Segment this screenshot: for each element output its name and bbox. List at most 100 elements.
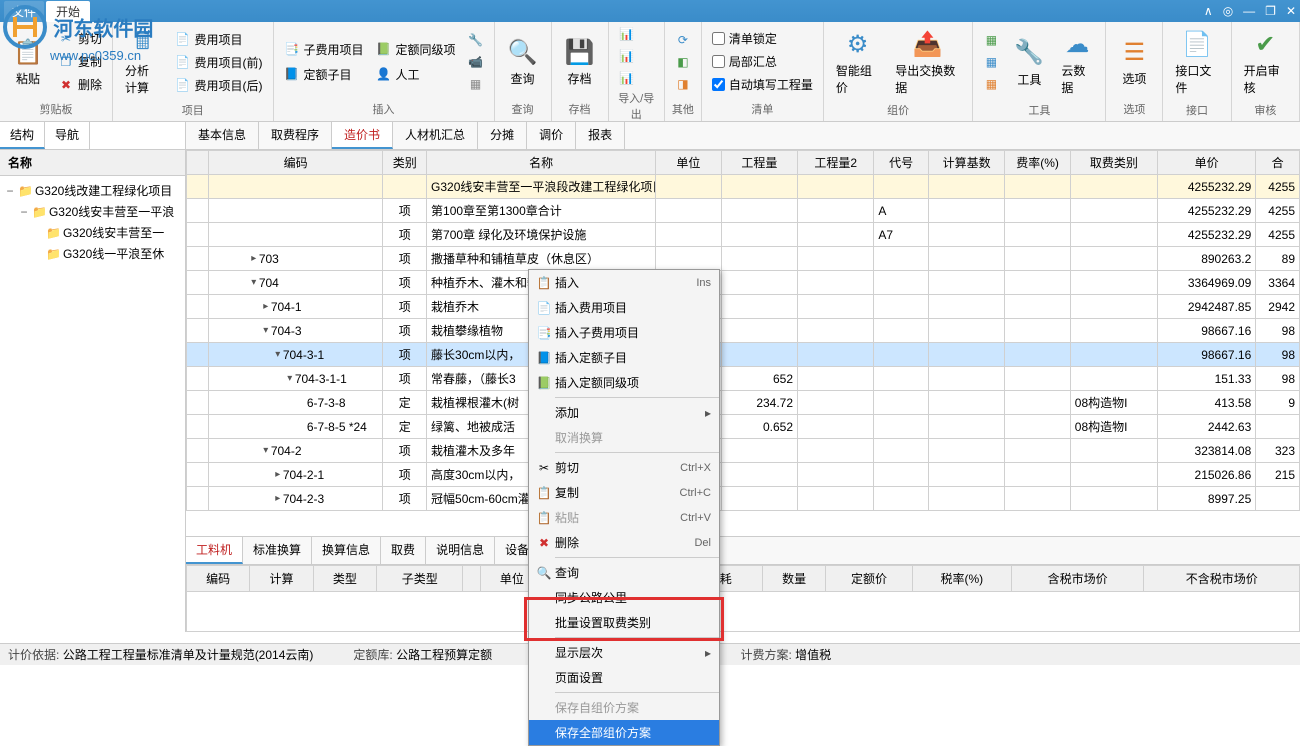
menu-item[interactable]: ✖删除Del [529,530,719,555]
grid-row[interactable]: ▸704-2-1项高度30cm以内，215026.86215 [187,463,1300,487]
up-icon[interactable]: ∧ [1204,4,1213,18]
grid-row[interactable]: 项第100章至第1300章合计A4255232.294255 [187,199,1300,223]
bottom-header-cell[interactable]: 数量 [762,566,825,592]
fee-item-button[interactable]: 📄费用项目 [171,29,267,50]
menu-item[interactable]: 同步公路公里 [529,585,719,610]
menu-item[interactable]: 📄插入费用项目 [529,295,719,320]
bottom-tab[interactable]: 工料机 [186,537,243,564]
grid-row[interactable]: 6-7-8-5 *24定绿篱、地被成活0.65208构造物I2442.63 [187,415,1300,439]
grid-header-cell[interactable]: 取费类别 [1070,151,1157,175]
tab-structure[interactable]: 结构 [0,122,45,149]
close-icon[interactable]: ✕ [1286,4,1296,18]
tree-node[interactable]: G320线改建工程绿化项目 [35,182,172,199]
grid-row[interactable]: 项第700章 绿化及环境保护设施A74255232.294255 [187,223,1300,247]
fee-item-after-button[interactable]: 📄费用项目(后) [171,75,267,96]
tab-nav[interactable]: 导航 [45,122,90,149]
grid-header-cell[interactable]: 工程量2 [798,151,874,175]
grid-header-cell[interactable]: 代号 [874,151,929,175]
file-tab[interactable]: 文件 [4,1,44,22]
grid-row[interactable]: 6-7-3-8定栽植裸根灌木(树234.7208构造物I413.589 [187,391,1300,415]
tab-basic[interactable]: 基本信息 [186,122,259,149]
insert-extra2-button[interactable]: 📹 [464,52,488,72]
grid-header-cell[interactable]: 工程量 [721,151,797,175]
io-btn2[interactable]: 📊 [615,46,639,66]
tab-fee-prog[interactable]: 取费程序 [259,122,332,149]
other-btn2[interactable]: ◧ [671,52,695,72]
cut-button[interactable]: ✂剪切 [54,28,106,49]
insert-extra1-button[interactable]: 🔧 [464,30,488,50]
menu-item[interactable]: 📋插入Ins [529,270,719,295]
grid-header-cell[interactable]: 名称 [427,151,656,175]
list-lock-checkbox[interactable]: 清单锁定 [708,28,817,49]
smart-combine-button[interactable]: ⚙智能组价 [830,24,885,100]
grid-row[interactable]: ▸703项撒播草种和铺植草皮（休息区）890263.289 [187,247,1300,271]
labor-button[interactable]: 👤人工 [372,64,460,85]
bottom-tab[interactable]: 标准换算 [243,537,312,564]
grid-row[interactable]: ▸704-1项栽植乔木2942487.852942 [187,295,1300,319]
tool-btn3[interactable]: ▦ [979,74,1003,94]
start-tab[interactable]: 开始 [46,1,90,22]
grid-row[interactable]: ▾704-3-1-1项常春藤，（藤长3652151.3398 [187,367,1300,391]
help-icon[interactable]: ◎ [1223,4,1233,18]
grid-row[interactable]: G320线安丰营至一平浪段改建工程绿化项目4255232.294255 [187,175,1300,199]
bottom-header-cell[interactable]: 类型 [313,566,376,592]
save-button[interactable]: 💾存档 [558,32,602,91]
bottom-header-cell[interactable]: 定额价 [826,566,912,592]
delete-button[interactable]: ✖删除 [54,74,106,95]
bottom-header-cell[interactable]: 不含税市场价 [1144,566,1300,592]
tab-price-book[interactable]: 造价书 [332,122,393,149]
menu-item[interactable]: 页面设置 [529,665,719,690]
tool-button[interactable]: 🔧工具 [1007,33,1051,92]
grid-header-cell[interactable]: 单位 [656,151,721,175]
context-menu[interactable]: 📋插入Ins📄插入费用项目📑插入子费用项目📘插入定额子目📗插入定额同级项添加▸取… [528,269,720,746]
bottom-header-cell[interactable]: 子类型 [377,566,463,592]
bottom-header-cell[interactable]: 税率(%) [912,566,1011,592]
tree-node[interactable]: G320线安丰营至一平浪 [49,203,174,220]
audit-button[interactable]: ✔开启审核 [1238,24,1293,100]
tree-node[interactable]: G320线一平浪至休 [63,245,164,262]
grid-row[interactable]: ▸704-2-3项冠幅50cm-60cm灌8997.25 [187,487,1300,511]
project-tree[interactable]: −📁G320线改建工程绿化项目 −📁G320线安丰营至一平浪 📁G320线安丰营… [0,176,185,268]
analysis-button[interactable]: 🖩 分析计算 [119,24,166,100]
cloud-button[interactable]: ☁云数据 [1055,24,1099,100]
main-grid[interactable]: 编码类别名称单位工程量工程量2代号计算基数费率(%)取费类别单价合 G320线安… [186,150,1300,511]
grid-header-cell[interactable]: 单价 [1158,151,1256,175]
bottom-tab[interactable]: 换算信息 [312,537,381,564]
menu-item[interactable]: 📋复制Ctrl+C [529,480,719,505]
bottom-tab[interactable]: 说明信息 [426,537,495,564]
tab-adjust[interactable]: 调价 [527,122,576,149]
grid-header-cell[interactable]: 类别 [383,151,427,175]
tool-btn2[interactable]: ▦ [979,52,1003,72]
paste-button[interactable]: 📋 粘贴 [6,32,50,91]
maximize-icon[interactable]: ❐ [1265,4,1276,18]
bottom-header-cell[interactable]: 计算 [250,566,313,592]
menu-item[interactable]: 显示层次▸ [529,640,719,665]
bottom-tab[interactable]: 取费 [381,537,426,564]
io-btn1[interactable]: 📊 [615,24,639,44]
copy-button[interactable]: ❐复制 [54,51,106,72]
quota-sub-button[interactable]: 📘定额子目 [280,64,368,85]
bottom-header-cell[interactable]: 含税市场价 [1011,566,1143,592]
minimize-icon[interactable]: — [1243,4,1255,18]
tab-share[interactable]: 分摊 [478,122,527,149]
local-sum-checkbox[interactable]: 局部汇总 [708,51,817,72]
option-button[interactable]: ☰选项 [1112,32,1156,91]
menu-item[interactable]: 🔍查询 [529,560,719,585]
menu-item[interactable]: 保存全部组价方案 [529,720,719,745]
grid-header-cell[interactable]: 费率(%) [1005,151,1070,175]
bottom-header-cell[interactable] [463,566,480,592]
tree-node[interactable]: G320线安丰营至一 [63,224,164,241]
io-btn3[interactable]: 📊 [615,68,639,88]
quota-same-button[interactable]: 📗定额同级项 [372,39,460,60]
menu-item[interactable]: 📘插入定额子目 [529,345,719,370]
insert-extra3-button[interactable]: ▦ [464,74,488,94]
menu-item[interactable]: 📗插入定额同级项 [529,370,719,395]
menu-item[interactable]: 📑插入子费用项目 [529,320,719,345]
query-button[interactable]: 🔍查询 [501,32,545,91]
grid-header-cell[interactable] [187,151,209,175]
grid-row[interactable]: ▾704项种植乔木、灌木和攀缘植物（休息区）3364969.093364 [187,271,1300,295]
bottom-header-cell[interactable]: 编码 [187,566,250,592]
tool-btn1[interactable]: ▦ [979,30,1003,50]
tab-report[interactable]: 报表 [576,122,625,149]
menu-item[interactable]: ✂剪切Ctrl+X [529,455,719,480]
